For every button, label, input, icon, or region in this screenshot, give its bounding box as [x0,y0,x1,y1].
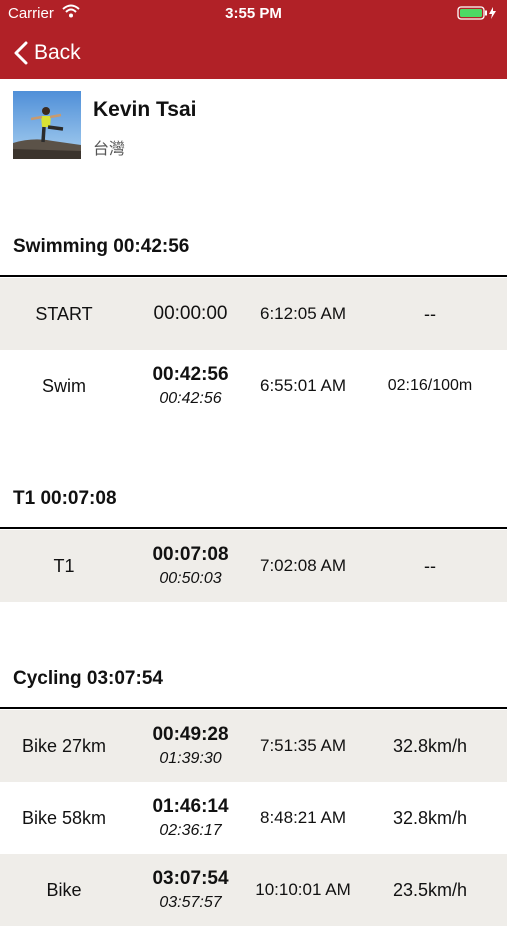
table-row[interactable]: Bike 58km 01:46:14 02:36:17 8:48:21 AM 3… [0,782,507,854]
table-row[interactable]: Bike 03:07:54 03:57:57 10:10:01 AM 23.5k… [0,854,507,926]
row-label: Bike [46,879,82,900]
split-time: 03:07:54 [152,868,229,889]
avatar [13,91,81,159]
row-time-cell: 00:49:28 01:39:30 [128,710,253,782]
clock-time: 7:51:35 AM [259,736,346,755]
row-time-cell: 00:07:08 00:50:03 [128,530,253,602]
row-time-cell: 00:00:00 [128,278,253,350]
clock-time: 8:48:21 AM [259,808,346,827]
status-bar: Carrier 3:55 PM [0,0,507,28]
row-time-cell: 01:46:14 02:36:17 [128,782,253,854]
pace: -- [424,303,436,324]
section-title-cycling: Cycling 03:07:54 [13,668,163,689]
row-time-cell: 00:42:56 00:42:56 [128,350,253,422]
back-label: Back [34,41,81,64]
split-time: 00:49:28 [152,724,229,745]
table-row[interactable]: START 00:00:00 6:12:05 AM -- [0,278,507,350]
row-label: START [35,303,93,324]
section-divider [0,275,507,277]
clock-time: 6:12:05 AM [259,304,346,323]
charging-icon [489,7,496,19]
section-divider [0,707,507,709]
table-row[interactable]: Swim 00:42:56 00:42:56 6:55:01 AM 02:16/… [0,350,507,422]
status-time: 3:55 PM [225,5,282,22]
athlete-name: Kevin Tsai [93,98,197,121]
athlete-country: 台灣 [93,141,126,158]
clock-time: 7:02:08 AM [259,556,346,575]
row-label: Bike 58km [21,807,107,828]
back-button[interactable]: Back [14,38,81,68]
table-row[interactable]: Bike 27km 00:49:28 01:39:30 7:51:35 AM 3… [0,710,507,782]
split-time: 00:00:00 [153,303,228,324]
pace: 23.5km/h [392,879,468,900]
pace: 02:16/100m [387,377,473,394]
section-divider [0,527,507,529]
clock-time: 10:10:01 AM [255,880,351,899]
cumulative-time: 03:57:57 [159,894,222,911]
row-label: Swim [42,375,86,396]
section-title-swimming: Swimming 00:42:56 [13,236,190,257]
pace: -- [424,555,436,576]
table-row[interactable]: T1 00:07:08 00:50:03 7:02:08 AM -- [0,530,507,602]
cumulative-time: 00:50:03 [159,570,222,587]
row-label: T1 [53,555,75,576]
cumulative-time: 00:42:56 [159,390,222,407]
cumulative-time: 01:39:30 [159,750,222,767]
split-time: 00:42:56 [152,364,229,385]
row-label: Bike 27km [21,735,107,756]
row-time-cell: 03:07:54 03:57:57 [128,854,253,926]
pace: 32.8km/h [392,735,468,756]
back-chevron-icon [14,41,28,65]
cumulative-time: 02:36:17 [159,822,222,839]
split-time: 01:46:14 [152,796,229,817]
pace: 32.8km/h [392,807,468,828]
section-title-t1: T1 00:07:08 [13,488,117,509]
battery-icon [457,6,499,24]
athlete-profile: Kevin Tsai 台灣 [0,79,507,174]
navigation-bar: Back [0,28,507,79]
clock-time: 6:55:01 AM [259,376,346,395]
split-time: 00:07:08 [152,544,229,565]
